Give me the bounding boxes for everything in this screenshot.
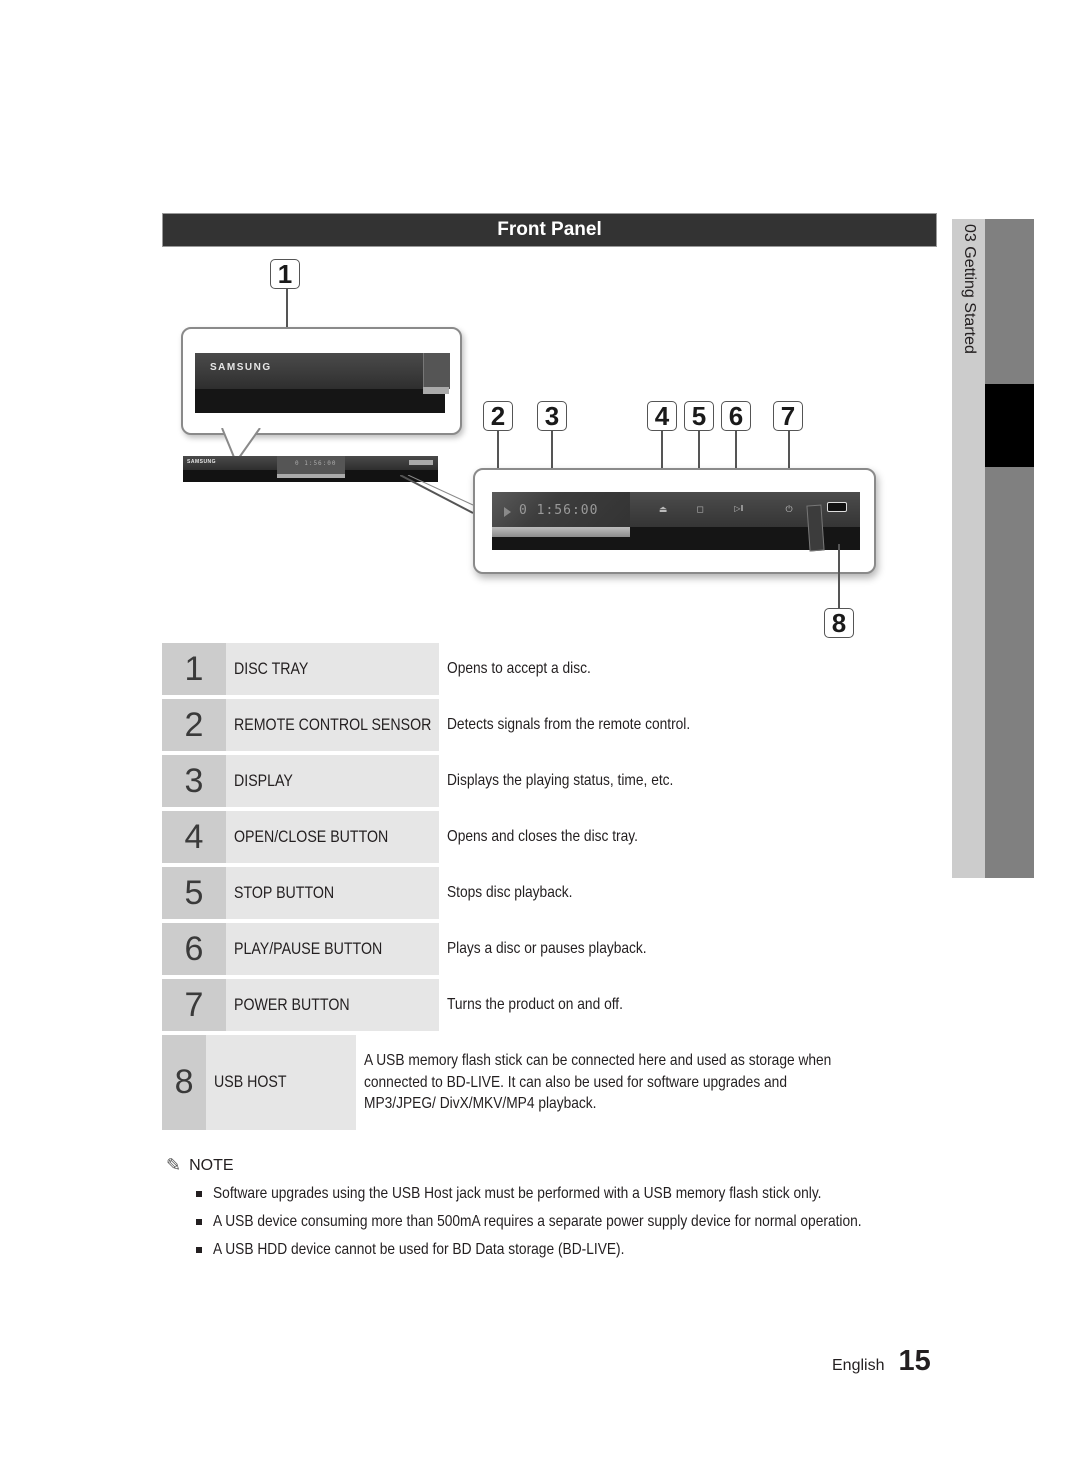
table-row: 7 POWER BUTTON Turns the product on and … xyxy=(162,979,942,1031)
note-title: NOTE xyxy=(189,1156,234,1174)
part-description: Turns the product on and off. xyxy=(447,996,623,1014)
power-icon: ⏻ xyxy=(785,504,793,514)
table-row: 3 DISPLAY Displays the playing status, t… xyxy=(162,755,942,807)
display-readout-small: 0 1:56:00 xyxy=(295,460,337,467)
part-name: STOP BUTTON xyxy=(226,867,439,919)
part-number: 6 xyxy=(162,923,226,975)
part-description: Plays a disc or pauses playback. xyxy=(447,940,647,958)
chapter-tab-label: 03 Getting Started xyxy=(961,224,978,354)
part-description: Detects signals from the remote control. xyxy=(447,716,691,734)
table-row: 4 OPEN/CLOSE BUTTON Opens and closes the… xyxy=(162,811,942,863)
device-side-edge xyxy=(423,353,450,389)
table-row: 1 DISC TRAY Opens to accept a disc. xyxy=(162,643,942,695)
play-pause-icon: ▷ǁ xyxy=(734,504,744,513)
samsung-logo-small: SAMSUNG xyxy=(187,459,217,465)
callout-6: 6 xyxy=(721,401,751,431)
usb-slot-small xyxy=(409,460,433,465)
table-row: 2 REMOTE CONTROL SENSOR Detects signals … xyxy=(162,699,942,751)
chapter-tab-strip xyxy=(985,219,1034,878)
part-number: 2 xyxy=(162,699,226,751)
part-name: POWER BUTTON xyxy=(226,979,439,1031)
callout-5: 5 xyxy=(684,401,714,431)
display-window-strip xyxy=(492,527,630,537)
callout-3: 3 xyxy=(537,401,567,431)
part-name: OPEN/CLOSE BUTTON xyxy=(226,811,439,863)
part-description: Opens to accept a disc. xyxy=(447,660,591,678)
footer-language: English xyxy=(832,1357,885,1374)
disc-tray-closeup: SAMSUNG xyxy=(181,327,462,435)
callout-1: 1 xyxy=(270,259,300,289)
note-heading: ✎ NOTE xyxy=(166,1155,234,1176)
device-side-highlight xyxy=(423,387,449,394)
part-description: A USB memory flash stick can be connecte… xyxy=(364,1052,832,1113)
part-number: 5 xyxy=(162,867,226,919)
pencil-icon: ✎ xyxy=(166,1155,182,1175)
part-description: Stops disc playback. xyxy=(447,884,573,902)
usb-port xyxy=(827,502,847,512)
part-name: REMOTE CONTROL SENSOR xyxy=(226,699,439,751)
eject-icon: ⏏ xyxy=(658,504,668,514)
table-row: 6 PLAY/PAUSE BUTTON Plays a disc or paus… xyxy=(162,923,942,975)
note-item: A USB HDD device cannot be used for BD D… xyxy=(196,1239,916,1267)
part-number: 4 xyxy=(162,811,226,863)
callout-7: 7 xyxy=(773,401,803,431)
bullet-icon xyxy=(196,1247,202,1253)
note-item: Software upgrades using the USB Host jac… xyxy=(196,1183,916,1211)
part-name: DISPLAY xyxy=(226,755,439,807)
chapter-tab-active-marker xyxy=(985,384,1034,467)
front-panel-parts-table: 1 DISC TRAY Opens to accept a disc. 2 RE… xyxy=(162,643,942,1134)
part-description: Displays the playing status, time, etc. xyxy=(447,772,674,790)
callout-2: 2 xyxy=(483,401,513,431)
bullet-icon xyxy=(196,1191,202,1197)
display-strip-small xyxy=(277,474,345,478)
part-name: USB HOST xyxy=(206,1035,356,1130)
part-name: DISC TRAY xyxy=(226,643,439,695)
table-row: 8 USB HOST A USB memory flash stick can … xyxy=(162,1035,942,1130)
part-name: PLAY/PAUSE BUTTON xyxy=(226,923,439,975)
note-list: Software upgrades using the USB Host jac… xyxy=(196,1183,916,1267)
page-number: 15 xyxy=(898,1345,931,1377)
display-readout: 0 1:56:00 xyxy=(519,503,599,518)
part-number: 7 xyxy=(162,979,226,1031)
closeup-connector xyxy=(400,475,474,514)
callout-4: 4 xyxy=(647,401,677,431)
part-description: Opens and closes the disc tray. xyxy=(447,828,638,846)
section-title: Front Panel xyxy=(162,213,937,247)
part-number: 8 xyxy=(162,1035,207,1130)
callout-8: 8 xyxy=(824,608,854,638)
table-row: 5 STOP BUTTON Stops disc playback. xyxy=(162,867,942,919)
front-panel-diagram: 1 SAMSUNG SAMSUNG 0 1:56:00 2 3 4 5 6 7 xyxy=(160,250,900,645)
usb-cover-flap xyxy=(806,504,825,552)
bullet-icon xyxy=(196,1219,202,1225)
samsung-logo: SAMSUNG xyxy=(210,362,272,373)
remote-sensor-indicator xyxy=(504,507,511,517)
part-number: 1 xyxy=(162,643,226,695)
stop-icon: ◻ xyxy=(696,504,704,514)
part-number: 3 xyxy=(162,755,226,807)
device-bottom-panel xyxy=(195,389,445,413)
note-item: A USB device consuming more than 500mA r… xyxy=(196,1211,916,1239)
page-footer: English 15 xyxy=(832,1345,931,1378)
control-panel-closeup: 0 1:56:00 ⏏ ◻ ▷ǁ ⏻ xyxy=(473,468,876,574)
leader-line-8 xyxy=(838,544,840,608)
